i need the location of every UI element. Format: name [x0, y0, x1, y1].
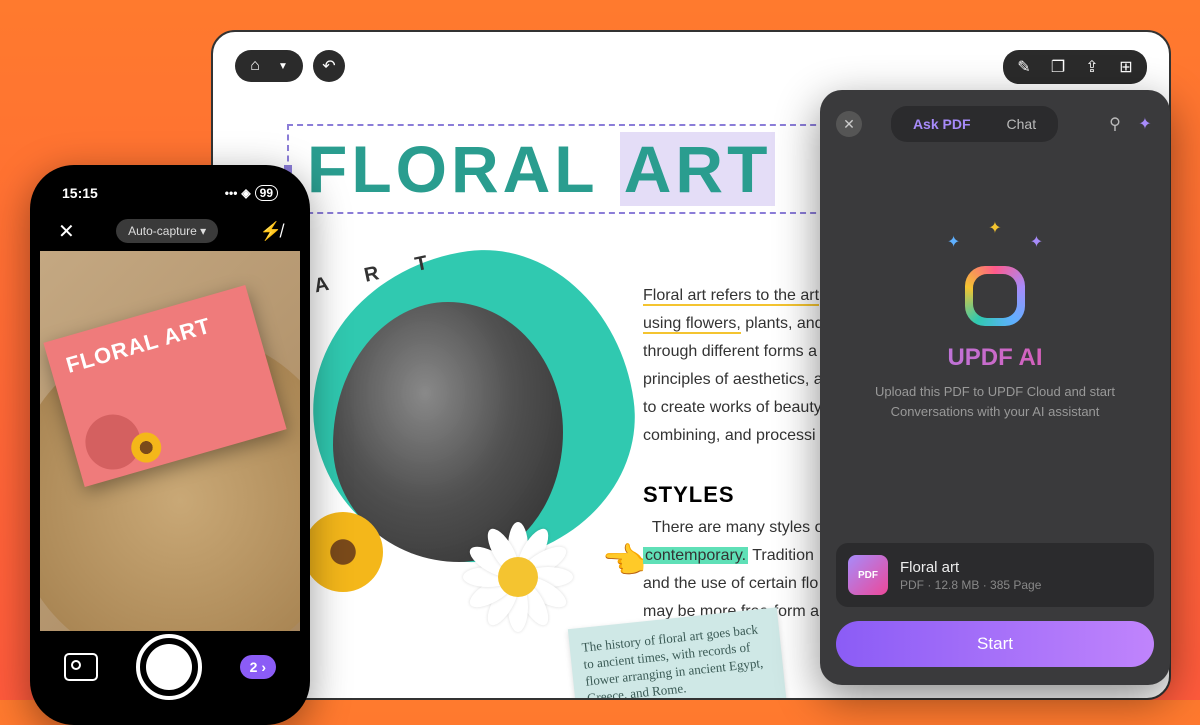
attached-file-card[interactable]: PDF Floral art PDF · 12.8 MB · 385 Page: [836, 543, 1154, 607]
phone-mockup: 15:15 ••• ◈ 99 ✕ Auto-capture ▾ ⚡̸ FLORA…: [30, 165, 310, 725]
flash-off-icon[interactable]: ⚡̸: [260, 221, 282, 242]
ai-description: Upload this PDF to UPDF Cloud and start …: [836, 382, 1154, 421]
capture-count-button[interactable]: 2 ›: [240, 655, 276, 679]
close-panel-button[interactable]: ✕: [836, 111, 862, 137]
brush-icon[interactable]: ⚲: [1106, 115, 1124, 133]
wifi-icon: ◈: [241, 186, 250, 200]
ai-title: UPDF AI: [836, 344, 1154, 372]
eraser-icon[interactable]: ✎: [1013, 56, 1035, 78]
artwork-collage: A R T 👉: [273, 242, 673, 622]
auto-capture-dropdown[interactable]: Auto-capture ▾: [116, 219, 218, 243]
ai-tabs: Ask PDF Chat: [891, 106, 1058, 142]
close-icon[interactable]: ✕: [58, 219, 75, 244]
status-time: 15:15: [62, 185, 98, 201]
toolbar-right: ✎ ❐ ⇪ ⊞: [1003, 50, 1147, 84]
title-word-1: FLORAL: [307, 132, 597, 206]
home-icon[interactable]: ⌂: [245, 56, 265, 76]
sparkle-decoration: ✦: [947, 232, 960, 252]
tab-chat[interactable]: Chat: [989, 110, 1055, 138]
document-title: FLORAL ART: [307, 131, 775, 207]
signal-icon: •••: [225, 186, 238, 200]
camera-controls: 2 ›: [40, 619, 300, 715]
ai-assistant-panel: ✕ Ask PDF Chat ⚲ ✦ ✦ ✦ ✦ UPDF AI Upload …: [820, 90, 1170, 685]
highlighted-text: contemporary.: [643, 547, 748, 564]
title-word-2-highlighted: ART: [620, 132, 776, 206]
sparkle-decoration: ✦: [1030, 232, 1043, 252]
file-metadata: PDF · 12.8 MB · 385 Page: [900, 578, 1041, 592]
sparkle-decoration: ✦: [988, 218, 1001, 252]
underlined-text-1: Floral art refers to the art: [643, 287, 819, 306]
battery-badge: 99: [255, 185, 278, 201]
sunflower-image: [303, 512, 383, 592]
shutter-button[interactable]: [136, 634, 202, 700]
undo-button[interactable]: ↶: [313, 50, 345, 82]
updf-ai-logo: [965, 266, 1025, 326]
camera-viewfinder: FLORAL ART: [40, 251, 300, 631]
underlined-text-2: using flowers,: [643, 315, 741, 334]
start-button[interactable]: Start: [836, 621, 1154, 667]
tab-ask-pdf[interactable]: Ask PDF: [895, 110, 989, 138]
phone-status-bar: 15:15 ••• ◈ 99: [40, 175, 300, 211]
gallery-button[interactable]: [64, 653, 98, 681]
pdf-file-icon: PDF: [848, 555, 888, 595]
pointing-hand-icon: 👉: [603, 540, 648, 582]
share-icon[interactable]: ⇪: [1081, 56, 1103, 78]
ai-welcome: ✦ ✦ ✦ UPDF AI Upload this PDF to UPDF Cl…: [836, 232, 1154, 421]
toolbar-left: ⌂ ▼ ↶: [235, 50, 345, 82]
file-name: Floral art: [900, 559, 1041, 576]
sparkle-icon[interactable]: ✦: [1136, 115, 1154, 133]
grid-icon[interactable]: ⊞: [1115, 56, 1137, 78]
camera-top-bar: ✕ Auto-capture ▾ ⚡̸: [40, 211, 300, 251]
layers-icon[interactable]: ❐: [1047, 56, 1069, 78]
home-group: ⌂ ▼: [235, 50, 303, 82]
styles-heading: STYLES: [643, 482, 735, 508]
daisy-image: [463, 522, 573, 632]
chevron-down-icon[interactable]: ▼: [273, 56, 293, 76]
card-title: FLORAL ART: [63, 305, 241, 379]
